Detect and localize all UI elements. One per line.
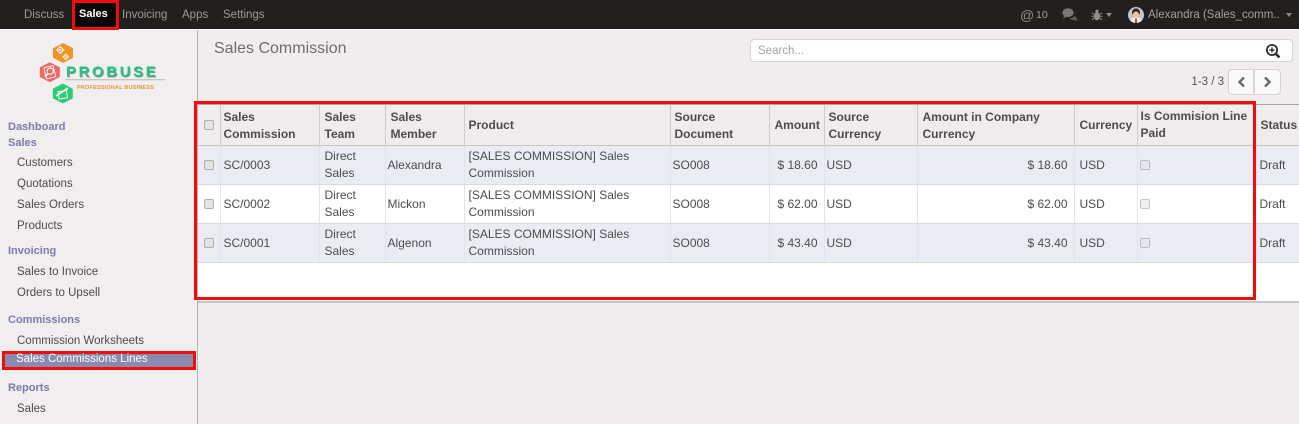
- svg-text:PROFESSIONAL BUSINESS: PROFESSIONAL BUSINESS: [77, 85, 154, 91]
- svg-text:PROBUSE: PROBUSE: [66, 64, 158, 81]
